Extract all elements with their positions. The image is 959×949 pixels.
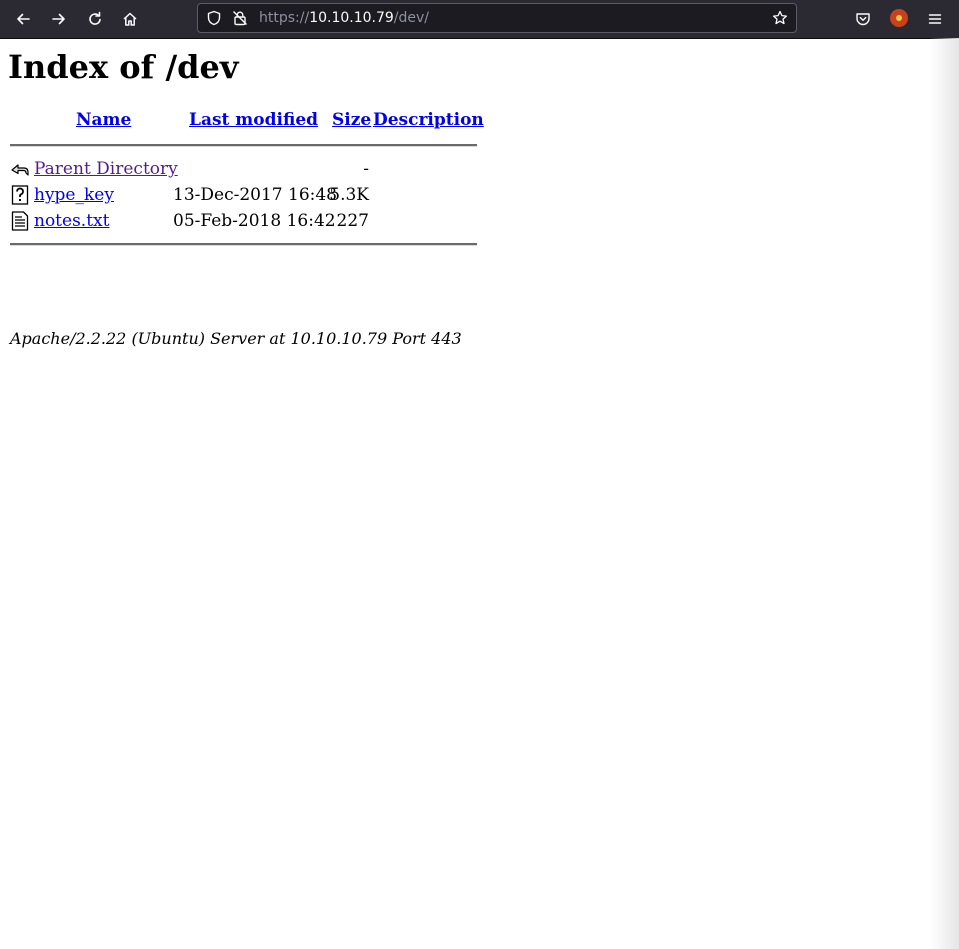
address-bar[interactable]: https://10.10.10.79/dev/ xyxy=(197,3,797,33)
server-signature: Apache/2.2.22 (Ubuntu) Server at 10.10.1… xyxy=(10,329,462,348)
sort-by-description-link[interactable]: Description xyxy=(373,110,484,130)
home-button[interactable] xyxy=(116,5,144,33)
hamburger-menu-icon xyxy=(928,14,942,24)
sort-by-name-link[interactable]: Name xyxy=(76,110,131,130)
insecure-lock-icon[interactable] xyxy=(232,10,248,26)
page-edge-shadow xyxy=(929,38,959,949)
sort-by-size-link[interactable]: Size xyxy=(332,110,371,130)
table-row: hype_key 13-Dec-2017 16:48 5.3K xyxy=(10,184,480,206)
column-header-size: Size xyxy=(332,110,371,132)
bookmark-star-icon[interactable] xyxy=(772,10,788,26)
unknown-file-icon xyxy=(11,185,29,205)
file-link-notes-txt[interactable]: notes.txt xyxy=(34,210,109,232)
home-icon xyxy=(123,12,137,26)
column-header-last-modified: Last modified xyxy=(189,110,318,132)
arrow-left-icon xyxy=(17,13,30,25)
url-text[interactable]: https://10.10.10.79/dev/ xyxy=(259,9,429,27)
url-scheme: https:// xyxy=(259,10,310,26)
last-modified-cell: 13-Dec-2017 16:48 xyxy=(173,185,337,205)
table-row: notes.txt 05-Feb-2018 16:42 227 xyxy=(10,210,480,232)
parent-directory-link[interactable]: Parent Directory xyxy=(34,158,178,180)
forward-button[interactable] xyxy=(45,5,73,33)
page-title: Index of /dev xyxy=(8,48,239,86)
pocket-icon xyxy=(856,13,870,26)
horizontal-rule xyxy=(10,144,477,147)
size-cell: 5.3K xyxy=(329,185,369,205)
url-host: 10.10.10.79 xyxy=(309,10,394,26)
file-link-hype-key[interactable]: hype_key xyxy=(34,184,114,206)
reload-button[interactable] xyxy=(81,5,109,33)
column-header-description: Description xyxy=(373,110,484,132)
arrow-right-icon xyxy=(52,13,65,25)
back-button[interactable] xyxy=(9,5,37,33)
page-content: Index of /dev Name Last modified Size De… xyxy=(8,38,948,348)
menu-button[interactable] xyxy=(921,5,949,33)
sort-by-modified-link[interactable]: Last modified xyxy=(189,110,318,130)
url-path: /dev/ xyxy=(393,10,430,26)
shield-icon[interactable] xyxy=(206,10,222,26)
back-icon xyxy=(11,164,29,176)
extension-icon[interactable] xyxy=(890,9,908,27)
table-row: Parent Directory - xyxy=(10,158,480,180)
horizontal-rule xyxy=(10,243,477,246)
size-cell: 227 xyxy=(336,211,369,231)
browser-toolbar: https://10.10.10.79/dev/ xyxy=(0,0,959,39)
text-file-icon xyxy=(11,211,29,231)
pocket-button[interactable] xyxy=(849,5,877,33)
column-header-name: Name xyxy=(76,110,131,132)
last-modified-cell: 05-Feb-2018 16:42 xyxy=(173,211,336,231)
size-cell: - xyxy=(363,159,369,179)
reload-icon xyxy=(89,11,101,25)
